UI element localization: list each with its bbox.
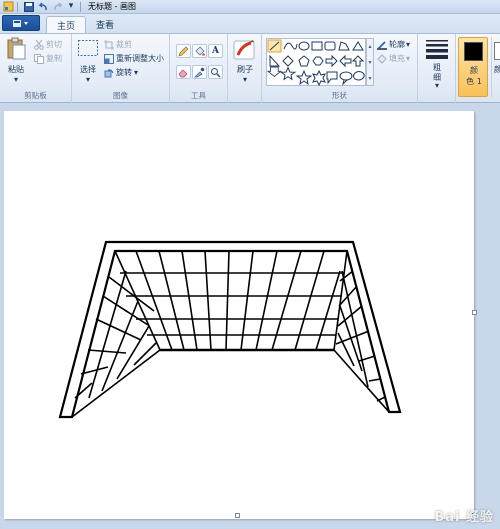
shapes-group-label: 形状 bbox=[332, 91, 347, 100]
copy-button[interactable]: 复制 bbox=[34, 53, 62, 64]
window-title: 无标题 - 画图 bbox=[88, 2, 136, 11]
brushes-label: 刷子 bbox=[237, 65, 253, 74]
separator bbox=[80, 1, 81, 12]
chevron-down-icon: ▾ bbox=[406, 54, 411, 63]
color-2-swatch bbox=[494, 42, 500, 60]
tab-home[interactable]: 主页 bbox=[46, 16, 87, 33]
image-group: 选择 ▾ 裁剪 重新调整大小 旋转 ▾ 图像 bbox=[72, 34, 170, 103]
outline-icon bbox=[377, 40, 387, 50]
undo-icon[interactable] bbox=[37, 1, 49, 13]
select-icon bbox=[78, 40, 98, 56]
shapes-group: ▴ ▾ ▾ 轮廓 ▾ 填充 ▾ 形状 bbox=[262, 34, 418, 103]
tab-view[interactable]: 查看 bbox=[86, 16, 124, 33]
chevron-down-icon: ▾ bbox=[434, 81, 439, 90]
color-picker-icon[interactable] bbox=[192, 65, 207, 79]
cut-label: 剪切 bbox=[46, 40, 62, 49]
app-icon[interactable] bbox=[2, 1, 14, 13]
shapes-gallery-icons bbox=[267, 39, 365, 87]
fill-bucket-icon[interactable] bbox=[192, 44, 207, 58]
text-icon[interactable]: A bbox=[208, 44, 223, 58]
chevron-down-icon: ▾ bbox=[13, 75, 18, 84]
clipboard-group: 粘贴 ▾ 剪切 复制 剪贴板 bbox=[0, 34, 72, 103]
resize-handle-bottom[interactable] bbox=[235, 513, 240, 518]
chevron-down-icon: ▾ bbox=[406, 40, 411, 49]
file-menu-button[interactable] bbox=[2, 15, 40, 31]
shapes-scroll[interactable]: ▴ ▾ ▾ bbox=[366, 38, 374, 86]
color-1-label-b: 色 1 bbox=[466, 77, 482, 86]
fill-icon bbox=[377, 53, 387, 64]
redo-icon[interactable] bbox=[51, 1, 63, 13]
image-group-label: 图像 bbox=[113, 91, 128, 100]
tools-group-label: 工具 bbox=[191, 91, 206, 100]
chevron-down-icon: ▾ bbox=[85, 75, 90, 84]
line-width-icon bbox=[426, 40, 448, 59]
color-1-swatch bbox=[464, 42, 483, 61]
pencil-icon[interactable] bbox=[176, 44, 191, 58]
outline-button[interactable]: 轮廓 ▾ bbox=[377, 39, 410, 50]
tab-row: 主页 查看 bbox=[0, 14, 500, 33]
rotate-button[interactable]: 旋转 ▾ bbox=[104, 67, 138, 78]
rotate-label: 旋转 bbox=[116, 68, 132, 77]
tools-group: A 工具 bbox=[170, 34, 228, 103]
chevron-down-icon: ▾ bbox=[134, 68, 139, 77]
chevron-down-icon: ▾ bbox=[242, 75, 247, 84]
fill-button[interactable]: 填充 ▾ bbox=[377, 53, 410, 64]
clipboard-group-label: 剪贴板 bbox=[24, 91, 47, 100]
cut-button[interactable]: 剪切 bbox=[34, 39, 62, 50]
color-2-label: 颜 bbox=[494, 65, 500, 74]
rotate-icon bbox=[104, 68, 114, 78]
scissors-icon bbox=[34, 39, 44, 50]
goal-net-drawing bbox=[58, 240, 402, 419]
workspace: Bai 经验 bbox=[0, 103, 500, 529]
paste-label: 粘贴 bbox=[8, 65, 24, 74]
size-button[interactable]: 粗 细 ▾ bbox=[422, 38, 452, 90]
outline-label: 轮廓 bbox=[389, 40, 405, 49]
resize-handle-right[interactable] bbox=[472, 310, 477, 315]
separator bbox=[17, 1, 18, 12]
color-1-button[interactable]: 颜 色 1 bbox=[458, 37, 488, 97]
magnifier-icon[interactable] bbox=[208, 65, 223, 79]
brush-icon bbox=[233, 40, 255, 60]
brushes-group: 刷子 ▾ bbox=[228, 34, 262, 103]
save-icon[interactable] bbox=[23, 1, 35, 13]
crop-button[interactable]: 裁剪 bbox=[104, 39, 132, 50]
resize-button[interactable]: 重新调整大小 bbox=[104, 53, 164, 64]
drawing-canvas[interactable] bbox=[4, 111, 474, 519]
crop-icon bbox=[104, 39, 114, 50]
copy-icon bbox=[34, 53, 44, 64]
color-2-button[interactable]: 颜 bbox=[491, 37, 500, 97]
crop-label: 裁剪 bbox=[116, 40, 132, 49]
watermark: Bai 经验 bbox=[434, 510, 494, 525]
shapes-gallery[interactable] bbox=[266, 38, 366, 87]
size-group: 粗 细 ▾ bbox=[418, 34, 456, 103]
dropdown-icon[interactable]: ▾ bbox=[65, 1, 77, 13]
title-bar: ▾ 无标题 - 画图 bbox=[0, 0, 500, 14]
fill-label: 填充 bbox=[389, 54, 405, 63]
resize-icon bbox=[104, 53, 114, 64]
paste-icon bbox=[7, 37, 26, 60]
ribbon: 粘贴 ▾ 剪切 复制 剪贴板 选择 ▾ 裁剪 重新调整大小 旋转 ▾ 图像 A … bbox=[0, 33, 500, 103]
brushes-button[interactable]: 刷子 ▾ bbox=[230, 37, 260, 85]
resize-label: 重新调整大小 bbox=[116, 54, 164, 63]
eraser-icon[interactable] bbox=[176, 65, 191, 79]
select-label: 选择 bbox=[80, 65, 96, 74]
select-button[interactable]: 选择 ▾ bbox=[76, 37, 100, 85]
copy-label: 复制 bbox=[46, 54, 62, 63]
paste-button[interactable]: 粘贴 ▾ bbox=[4, 37, 28, 85]
color-1-label-a: 颜 bbox=[470, 66, 478, 75]
